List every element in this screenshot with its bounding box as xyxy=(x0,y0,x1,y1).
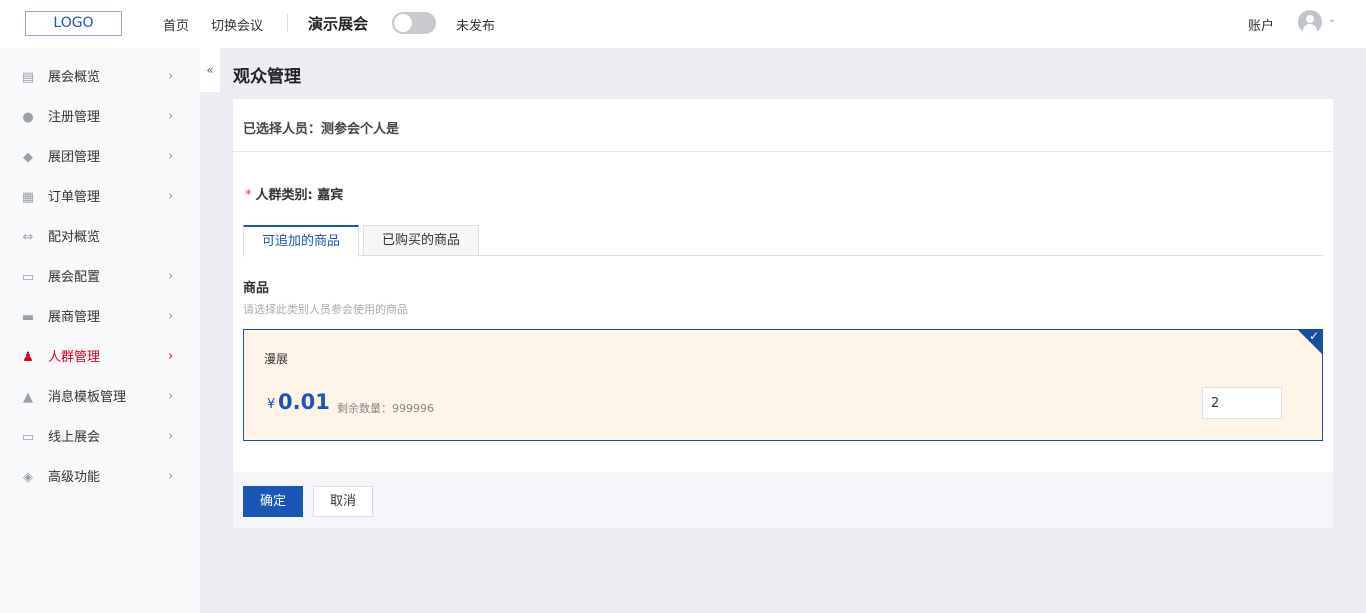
sidebar-item[interactable]: ◆ 展团管理 › xyxy=(0,138,200,178)
product-stock: 剩余数量：999996 xyxy=(337,402,434,415)
selected-person-row: 已选择人员：测参会个人是 xyxy=(233,99,1333,152)
sidebar-item[interactable]: ◈ 高级功能 › xyxy=(0,458,200,498)
required-mark: * xyxy=(245,188,252,203)
sidebar-item-label: 线上展会 xyxy=(48,430,101,445)
goods-title: 商品 xyxy=(243,281,270,296)
sidebar-item-label: 展团管理 xyxy=(48,150,101,165)
sidebar-item-label: 展会概览 xyxy=(48,70,101,85)
display-icon: ▭ xyxy=(21,430,35,445)
publish-toggle[interactable] xyxy=(392,12,436,34)
toggle-knob xyxy=(394,14,412,32)
footer-actions: 确定 取消 xyxy=(233,472,1333,528)
account-link[interactable]: 账户 xyxy=(1248,15,1274,34)
sidebar-item[interactable]: ▤ 展会概览 › xyxy=(0,58,200,98)
sidebar-item[interactable]: ▲ 消息模板管理 › xyxy=(0,378,200,418)
people-icon: ♟ xyxy=(22,350,34,365)
top-header: LOGO 首页 切换会议 演示展会 未发布 账户 ⌄ xyxy=(0,0,1366,48)
chevron-right-icon: › xyxy=(168,429,174,444)
crowd-category-label: 人群类别: 嘉宾 xyxy=(255,188,344,203)
bell-icon: ▲ xyxy=(23,390,33,405)
sidebar-item-label: 人群管理 xyxy=(48,350,101,365)
sidebar: ▤ 展会概览 › ● 注册管理 › ◆ 展团管理 › ▦ 订单管理 › ⇔ 配对概览 ▭ 展会配置 › ▬ 展商管理… xyxy=(0,48,200,613)
sidebar-item[interactable]: ▭ 线上展会 › xyxy=(0,418,200,458)
logo[interactable]: LOGO xyxy=(25,11,122,36)
product-name: 漫展 xyxy=(264,352,289,366)
product-card[interactable]: ✓ 漫展 ¥ 0.01 剩余数量：999996 xyxy=(243,329,1323,441)
sidebar-item-label: 展会配置 xyxy=(48,270,101,285)
chevron-right-icon: › xyxy=(168,109,174,124)
sidebar-item-label: 高级功能 xyxy=(48,470,101,485)
sidebar-item-label: 注册管理 xyxy=(48,110,101,125)
nav-divider xyxy=(287,14,288,32)
sidebar-item[interactable]: ● 注册管理 › xyxy=(0,98,200,138)
sidebar-item[interactable]: ♟ 人群管理 › xyxy=(0,338,200,378)
monitor-icon: ▭ xyxy=(21,270,35,285)
tab-purchased-goods[interactable]: 已购买的商品 xyxy=(363,225,479,256)
chevron-right-icon: › xyxy=(168,149,174,164)
swap-icon: ⇔ xyxy=(22,230,34,245)
page-title: 观众管理 xyxy=(233,67,301,87)
sidebar-item-label: 订单管理 xyxy=(48,190,101,205)
chevron-right-icon: › xyxy=(168,309,174,324)
tab-addable-goods[interactable]: 可追加的商品 xyxy=(243,225,359,257)
tag-icon: ◈ xyxy=(23,470,33,485)
goods-hint: 请选择此类别人员参会使用的商品 xyxy=(243,303,408,316)
sidebar-item-label: 配对概览 xyxy=(48,230,101,245)
sidebar-item[interactable]: ▬ 展商管理 › xyxy=(0,298,200,338)
chevron-right-icon: › xyxy=(168,189,174,204)
main-card: 已选择人员：测参会个人是 * 人群类别: 嘉宾 可追加的商品 已购买的商品 商品 … xyxy=(233,99,1333,472)
group-icon: ◆ xyxy=(23,150,33,165)
currency-symbol: ¥ xyxy=(267,397,276,412)
sidebar-item-label: 消息模板管理 xyxy=(48,390,127,405)
cancel-button[interactable]: 取消 xyxy=(313,486,373,517)
confirm-button[interactable]: 确定 xyxy=(243,486,303,517)
sidebar-item[interactable]: ▭ 展会配置 › xyxy=(0,258,200,298)
product-price: 0.01 xyxy=(278,390,330,414)
check-icon: ✓ xyxy=(1308,329,1319,343)
chevron-right-icon: › xyxy=(168,389,174,404)
goods-tabs: 可追加的商品 已购买的商品 xyxy=(243,225,1323,257)
chevron-right-icon: › xyxy=(168,69,174,84)
sidebar-item[interactable]: ⇔ 配对概览 xyxy=(0,218,200,258)
nav-switch-meeting[interactable]: 切换会议 xyxy=(211,15,263,34)
expo-name: 演示展会 xyxy=(308,15,369,33)
order-icon: ▦ xyxy=(21,190,35,205)
chevron-right-icon: › xyxy=(168,469,174,484)
crowd-category: * 人群类别: 嘉宾 xyxy=(245,184,343,203)
publish-status: 未发布 xyxy=(456,19,496,34)
selected-person-label: 已选择人员：测参会个人是 xyxy=(243,122,400,137)
collapse-sidebar-button[interactable]: « xyxy=(200,48,220,92)
store-icon: ▬ xyxy=(21,310,35,325)
nav-home[interactable]: 首页 xyxy=(163,15,189,34)
chevron-right-icon: › xyxy=(168,349,174,364)
book-icon: ▤ xyxy=(21,70,35,85)
quantity-input[interactable] xyxy=(1202,387,1282,419)
avatar[interactable] xyxy=(1298,10,1322,34)
chevron-down-icon[interactable]: ⌄ xyxy=(1328,14,1336,25)
user-plus-icon: ● xyxy=(22,110,34,125)
chevron-right-icon: › xyxy=(168,269,174,284)
sidebar-item-label: 展商管理 xyxy=(48,310,101,325)
sidebar-item[interactable]: ▦ 订单管理 › xyxy=(0,178,200,218)
